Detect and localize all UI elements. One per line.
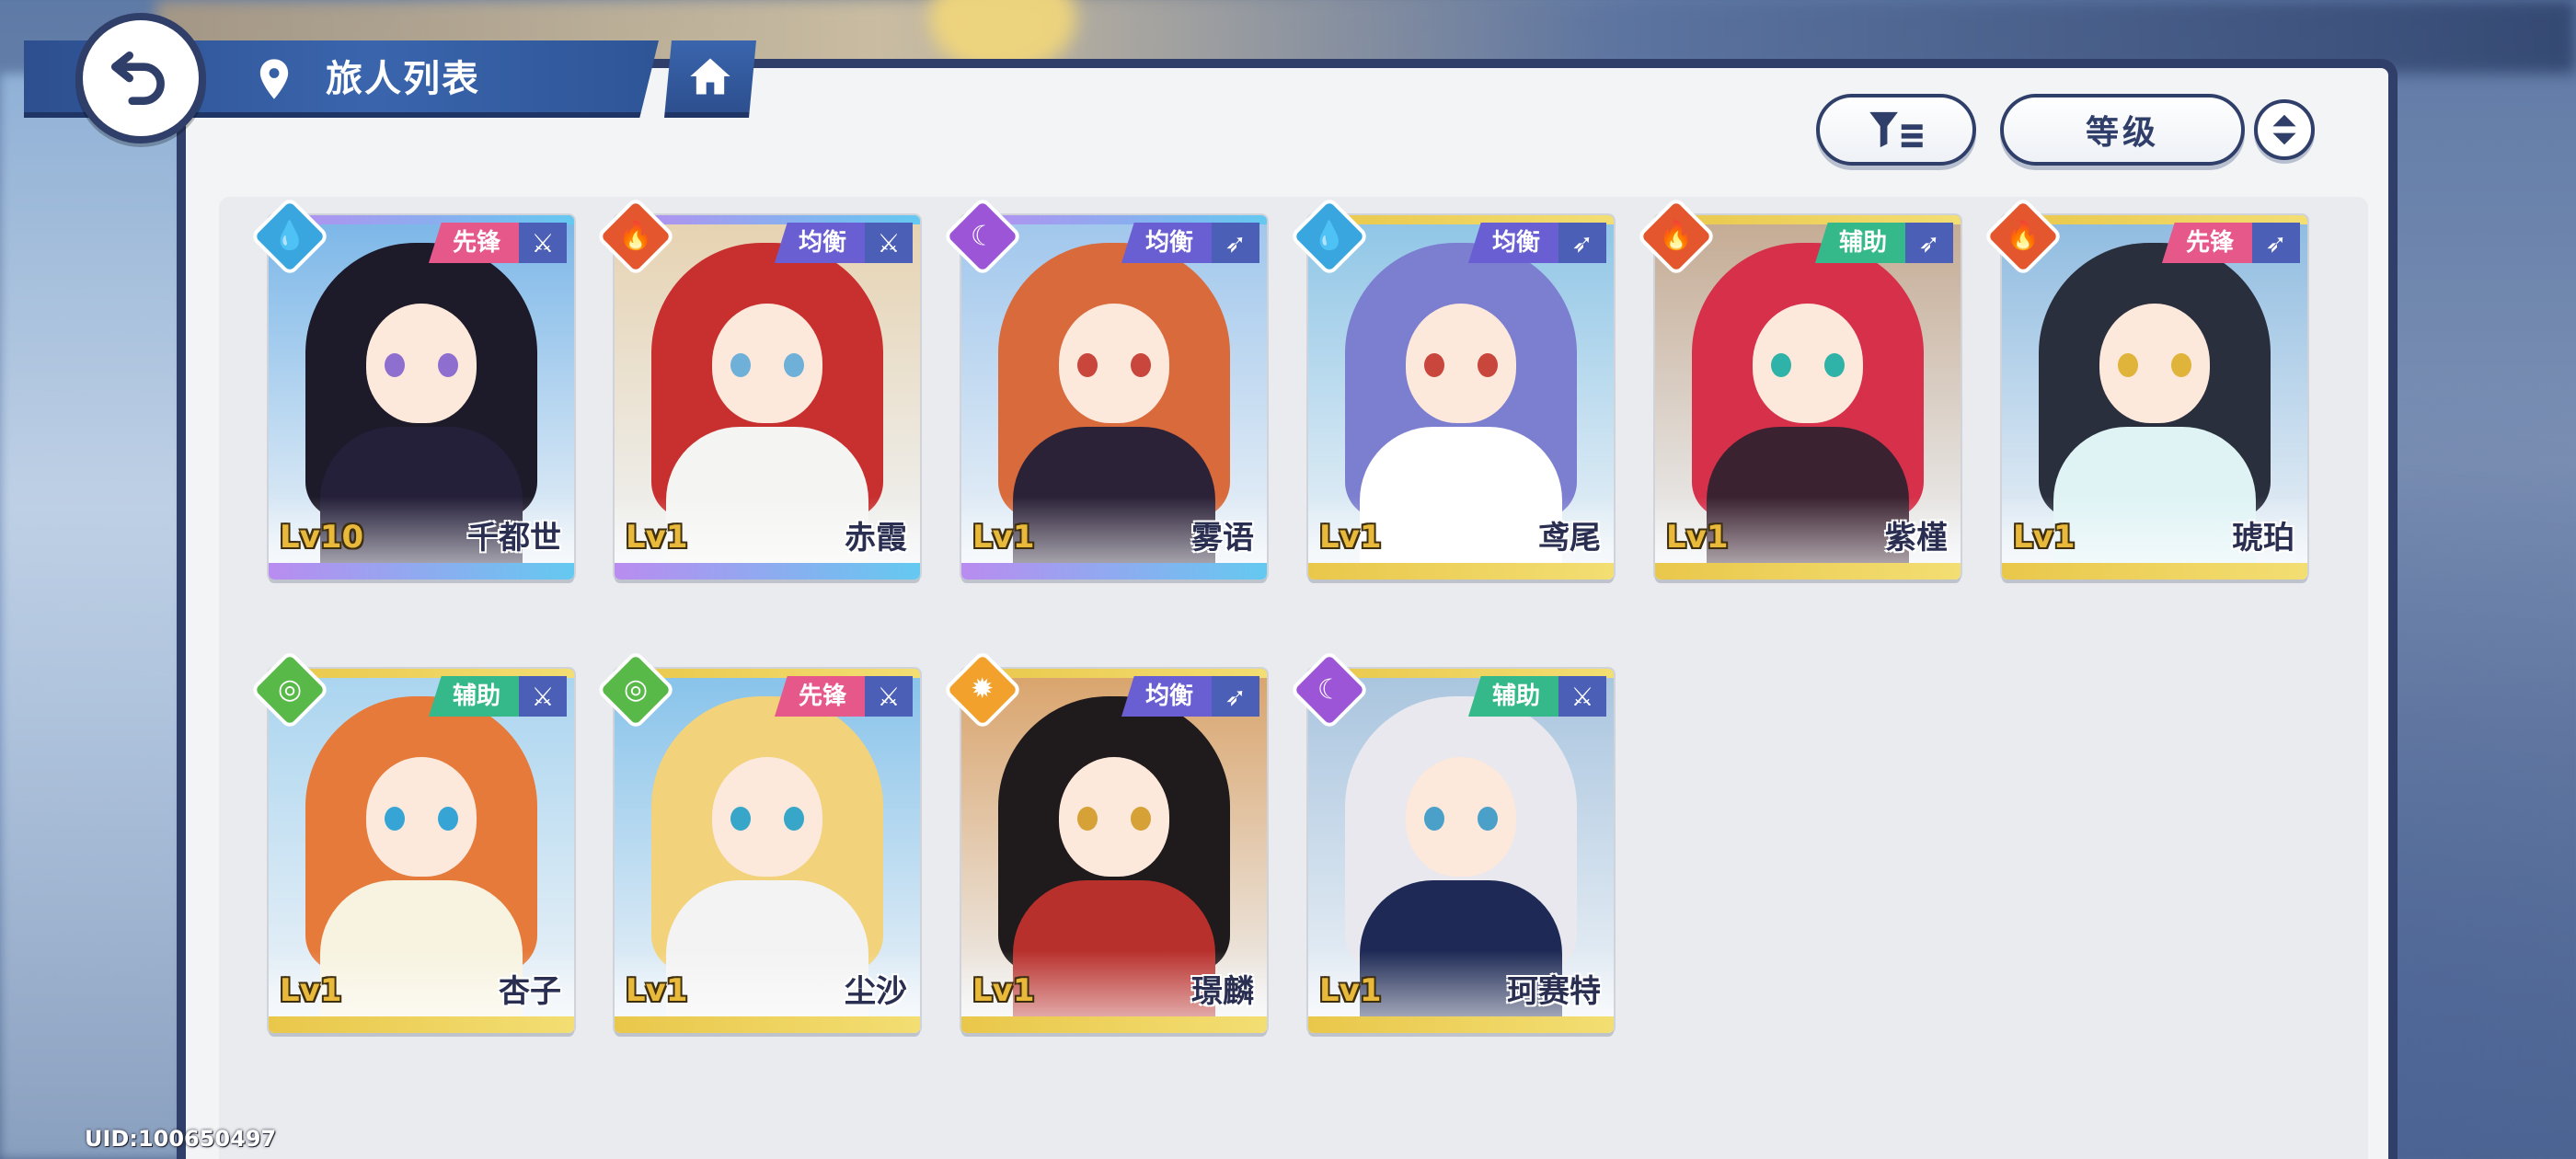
location-pin-icon — [259, 59, 289, 99]
character-card[interactable]: ◎ 辅助 ⚔ Lv1 杏子 — [249, 649, 574, 1033]
character-level: Lv1 — [280, 972, 342, 1009]
role-badge: 辅助 — [1814, 223, 1905, 263]
bow-icon: ➶ — [1212, 676, 1259, 717]
character-level: Lv1 — [972, 972, 1035, 1009]
home-button[interactable] — [664, 40, 756, 118]
bow-icon: ➶ — [1212, 223, 1259, 263]
character-name: 尘沙 — [845, 973, 907, 1010]
character-level: Lv1 — [626, 972, 688, 1009]
sword-icon: ⚔ — [519, 676, 567, 717]
sword-icon: ⚔ — [519, 223, 567, 263]
role-badge: 辅助 — [428, 676, 519, 717]
character-card[interactable]: ◎ 先锋 ⚔ Lv1 尘沙 — [595, 649, 920, 1033]
character-name: 珂赛特 — [1507, 973, 1601, 1010]
character-card[interactable]: 🔥 辅助 ➶ Lv1 紫槿 — [1636, 196, 1961, 580]
character-card[interactable]: 💧 均衡 ➶ Lv1 鸢尾 — [1289, 196, 1614, 580]
sort-by-button[interactable]: 等级 — [2000, 94, 2245, 166]
bow-icon: ➶ — [1558, 223, 1606, 263]
character-card[interactable]: 🔥 均衡 ⚔ Lv1 赤霞 — [595, 196, 920, 580]
character-card[interactable]: 🔥 先锋 ➶ Lv1 琥珀 — [1983, 196, 2307, 580]
character-name: 琥珀 — [2232, 520, 2294, 557]
character-name: 雾语 — [1191, 520, 1254, 557]
character-name: 赤霞 — [845, 520, 907, 557]
page-title: 旅人列表 — [326, 58, 480, 100]
character-card[interactable]: ☾ 辅助 ⚔ Lv1 珂赛特 — [1289, 649, 1614, 1033]
bow-icon: ➶ — [2252, 223, 2300, 263]
character-level: Lv1 — [1666, 519, 1729, 556]
role-badge: 均衡 — [1467, 223, 1558, 263]
character-card[interactable]: ✹ 均衡 ➶ Lv1 璟麟 — [942, 649, 1267, 1033]
character-card[interactable]: 💧 先锋 ⚔ Lv10 千都世 — [249, 196, 574, 580]
back-button[interactable] — [75, 13, 206, 143]
character-name: 紫槿 — [1885, 520, 1948, 557]
role-badge: 辅助 — [1467, 676, 1558, 717]
role-badge: 先锋 — [774, 676, 865, 717]
character-level: Lv1 — [1319, 972, 1382, 1009]
character-level: Lv10 — [280, 519, 364, 556]
role-badge: 先锋 — [428, 223, 519, 263]
character-level: Lv1 — [1319, 519, 1382, 556]
character-name: 璟麟 — [1191, 973, 1254, 1010]
role-badge: 均衡 — [1121, 676, 1212, 717]
sword-icon: ⚔ — [1558, 676, 1606, 717]
character-card[interactable]: ☾ 均衡 ➶ Lv1 雾语 — [942, 196, 1267, 580]
character-level: Lv1 — [2013, 519, 2076, 556]
character-level: Lv1 — [626, 519, 688, 556]
character-name: 鸢尾 — [1538, 520, 1601, 557]
filter-button[interactable] — [1816, 94, 1976, 166]
character-name: 千都世 — [467, 520, 561, 557]
role-badge: 均衡 — [774, 223, 865, 263]
sort-order-icon — [2272, 114, 2296, 145]
uid-label: UID:100650497 — [85, 1126, 277, 1152]
back-arrow-icon — [110, 52, 165, 105]
role-badge: 均衡 — [1121, 223, 1212, 263]
character-level: Lv1 — [972, 519, 1035, 556]
role-badge: 先锋 — [2161, 223, 2252, 263]
background-window — [0, 74, 184, 1159]
character-name: 杏子 — [499, 973, 561, 1010]
filter-icon — [1869, 111, 1923, 148]
bow-icon: ➶ — [1905, 223, 1953, 263]
sort-order-toggle[interactable] — [2254, 99, 2315, 160]
sword-icon: ⚔ — [865, 223, 913, 263]
sword-icon: ⚔ — [865, 676, 913, 717]
home-icon — [690, 58, 730, 95]
